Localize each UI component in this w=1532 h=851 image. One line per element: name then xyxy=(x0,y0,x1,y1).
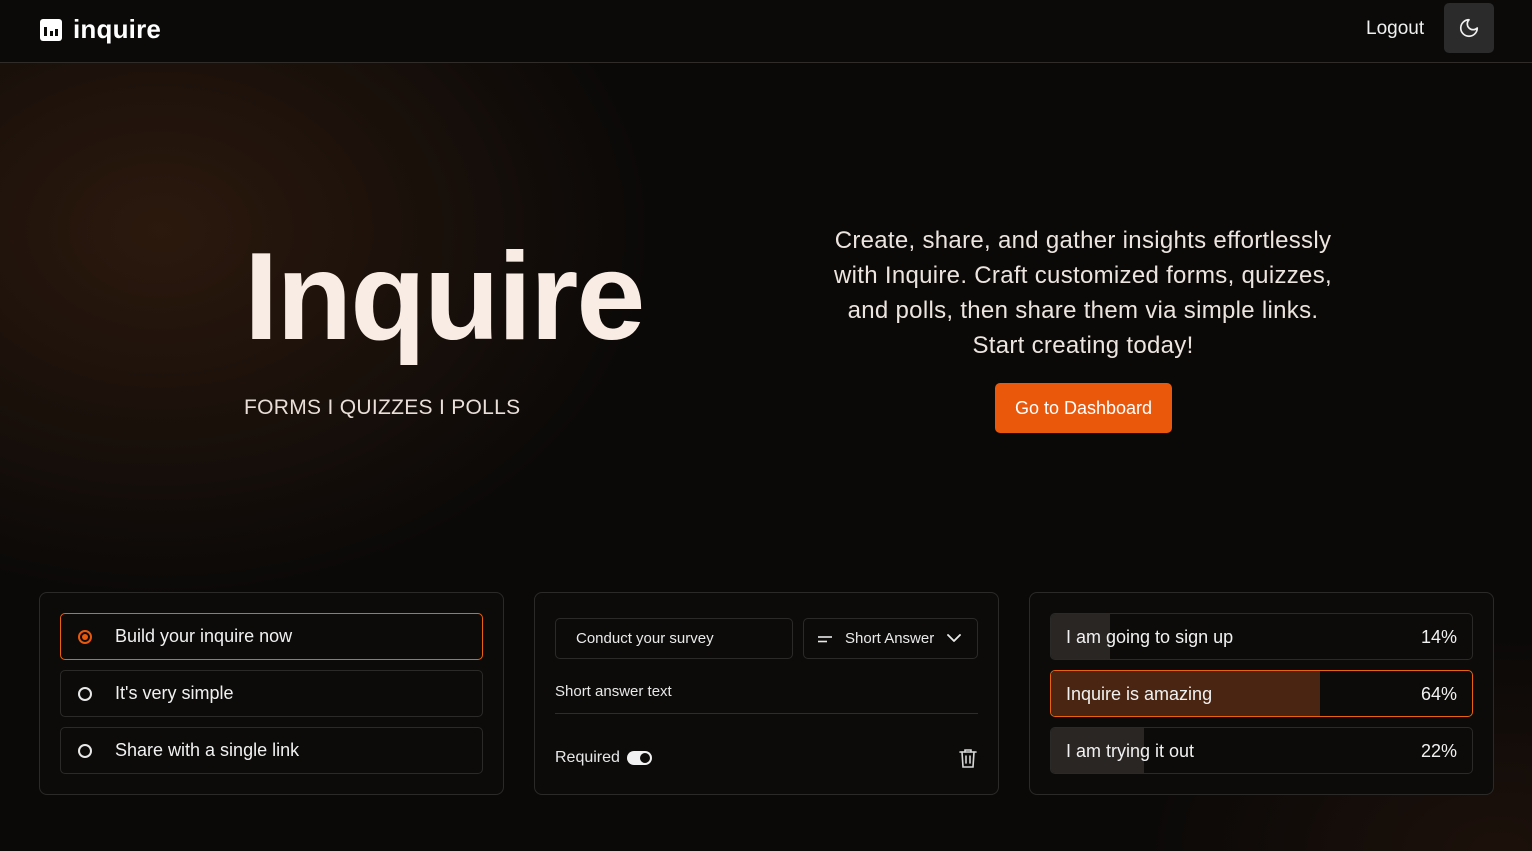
theme-toggle-button[interactable] xyxy=(1444,3,1494,53)
poll-option[interactable]: I am trying it out 22% xyxy=(1050,727,1473,774)
brand-name: inquire xyxy=(73,14,162,44)
poll-option-label: I am going to sign up xyxy=(1066,627,1234,647)
question-type-label: Short Answer xyxy=(845,630,935,647)
form-option-label: Share with a single link xyxy=(115,740,300,760)
short-text-icon xyxy=(818,635,832,642)
radio-icon xyxy=(78,743,92,758)
question-input[interactable]: Conduct your survey xyxy=(555,618,793,659)
poll-option-percent: 22% xyxy=(1420,741,1457,761)
form-option-label: Build your inquire now xyxy=(115,626,293,646)
trash-icon[interactable] xyxy=(959,748,977,768)
go-to-dashboard-button[interactable]: Go to Dashboard xyxy=(995,383,1172,433)
hero-description: Create, share, and gather insights effor… xyxy=(834,227,1332,359)
hero-title: Inquire xyxy=(244,228,645,366)
required-toggle[interactable] xyxy=(627,751,652,765)
chevron-down-icon xyxy=(947,634,962,642)
form-option[interactable]: It's very simple xyxy=(60,670,483,717)
required-label: Required xyxy=(555,749,620,766)
short-answer-placeholder: Short answer text xyxy=(555,683,672,700)
poll-option[interactable]: I am going to sign up 14% xyxy=(1050,613,1473,660)
top-navbar: inquire Logout xyxy=(0,0,1532,63)
question-type-select[interactable]: Short Answer xyxy=(803,618,978,659)
poll-results-card: I am going to sign up 14% Inquire is ama… xyxy=(1029,592,1494,795)
brand-logo[interactable]: inquire xyxy=(40,14,161,45)
question-input-value: Conduct your survey xyxy=(576,630,714,647)
radio-selected-icon xyxy=(78,629,92,644)
poll-option-percent: 14% xyxy=(1420,627,1457,647)
question-editor-card: Conduct your survey Short Answer Short a… xyxy=(534,592,999,795)
radio-icon xyxy=(78,686,92,701)
form-preview-card: Build your inquire now It's very simple … xyxy=(39,592,504,795)
form-option-label: It's very simple xyxy=(115,683,234,703)
answer-divider xyxy=(555,713,978,714)
poll-option[interactable]: Inquire is amazing 64% xyxy=(1050,670,1473,717)
toggle-knob xyxy=(640,753,650,763)
bar-chart-icon xyxy=(40,18,62,41)
moon-icon xyxy=(1459,18,1479,38)
hero-subtitle: FORMS I QUIZZES I POLLS xyxy=(244,396,521,419)
poll-option-label: Inquire is amazing xyxy=(1066,684,1213,704)
form-option[interactable]: Build your inquire now xyxy=(60,613,483,660)
poll-option-label: I am trying it out xyxy=(1066,741,1195,761)
logout-link[interactable]: Logout xyxy=(1366,18,1424,40)
poll-option-percent: 64% xyxy=(1420,684,1457,704)
form-option[interactable]: Share with a single link xyxy=(60,727,483,774)
